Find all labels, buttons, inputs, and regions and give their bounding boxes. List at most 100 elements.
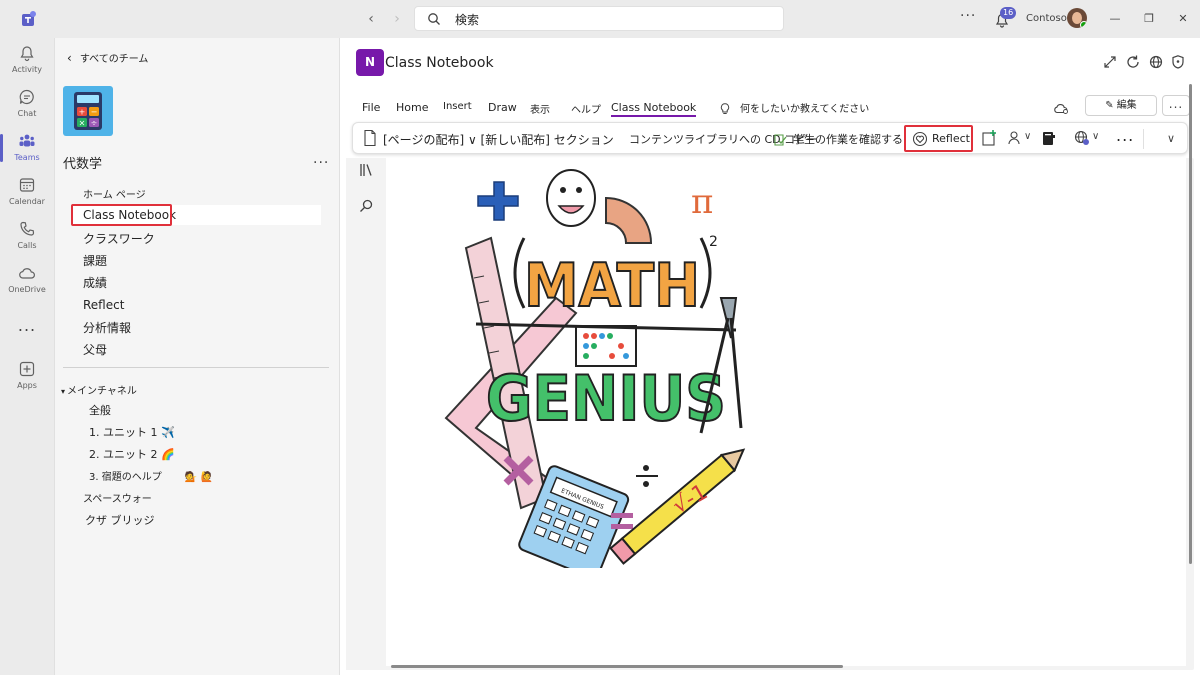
menu-draw[interactable]: Draw xyxy=(488,101,517,114)
chevron-down-icon[interactable]: ∨ xyxy=(1024,131,1031,142)
menu-view[interactable]: 表示 xyxy=(530,101,550,116)
channel-section-header[interactable]: ▾ メインチャネル xyxy=(61,382,137,397)
back-to-teams-link[interactable]: ‹ すべてのチーム xyxy=(67,50,148,65)
person-icon[interactable] xyxy=(1006,129,1024,147)
library-icon[interactable] xyxy=(358,162,374,178)
distribute-page-button[interactable]: [ページの配布] ∨ [新しい配布] セクション xyxy=(383,131,614,148)
nav-assignments[interactable]: 課題 xyxy=(83,252,107,269)
rail-item-onedrive[interactable]: OneDrive xyxy=(0,258,54,302)
nav-reflect[interactable]: Reflect xyxy=(83,298,124,312)
refresh-icon[interactable] xyxy=(1125,54,1141,70)
more-icon[interactable]: ··· xyxy=(960,8,976,24)
reflect-label: Reflect xyxy=(932,132,970,145)
nav-insights[interactable]: 分析情報 xyxy=(83,319,131,336)
calculator-icon: + − × ÷ xyxy=(74,92,102,130)
nav-home-page[interactable]: ホーム ページ xyxy=(83,186,146,201)
menu-insert[interactable]: Insert xyxy=(443,101,472,112)
rail-label: Chat xyxy=(17,109,37,118)
exponent-label: 2 xyxy=(709,234,718,250)
nav-classwork[interactable]: クラスワーク xyxy=(83,230,155,247)
class-notebook-ribbon: [ページの配布] ∨ [新しい配布] セクション コンテンツライブラリへの CD… xyxy=(352,122,1188,154)
team-name: 代数学 xyxy=(63,157,103,172)
add-page-icon[interactable] xyxy=(980,129,998,147)
channel-unit-1[interactable]: 1. ユニット 1 ✈️ xyxy=(89,424,175,440)
channel-header-label: メインチャネル xyxy=(67,386,137,397)
svg-text:×: × xyxy=(79,119,86,128)
search-icon xyxy=(428,13,440,25)
teams-logo-icon xyxy=(22,11,36,26)
rail-item-chat[interactable]: Chat xyxy=(0,82,54,126)
channel-unit-2[interactable]: 2. ユニット 2 🌈 xyxy=(89,446,175,462)
horizontal-scrollbar[interactable] xyxy=(391,665,843,668)
ribbon-collapse-chevron-icon[interactable]: ∨ xyxy=(1167,132,1175,145)
channel-spacewar[interactable]: スペースウォー xyxy=(83,490,152,505)
rail-more-icon[interactable]: ... xyxy=(0,316,54,335)
notebook-icon[interactable] xyxy=(1039,129,1057,147)
menu-class-notebook[interactable]: Class Notebook xyxy=(611,101,697,117)
svg-text:+: + xyxy=(79,108,86,117)
svg-text:÷: ÷ xyxy=(91,119,98,128)
divider xyxy=(63,367,329,368)
restore-icon[interactable]: ❐ xyxy=(1142,12,1156,26)
ribbon-more-button[interactable]: ... xyxy=(1116,126,1134,145)
rail-item-calendar[interactable]: Calendar xyxy=(0,170,54,214)
review-student-work-button[interactable]: 学生の作業を確認する xyxy=(793,131,903,147)
teams-icon xyxy=(19,134,35,147)
menu-more-button[interactable]: ... xyxy=(1162,95,1190,116)
notification-badge: 16 xyxy=(1000,7,1017,19)
notebook-page[interactable]: π 2 MATH GENIUS ETHAN GENIUS √-1 xyxy=(386,158,1186,666)
pi-symbol: π xyxy=(691,182,713,222)
minimize-icon[interactable]: — xyxy=(1108,12,1122,26)
shield-icon[interactable] xyxy=(1170,54,1186,70)
onenote-logo-icon: N xyxy=(356,49,384,76)
menu-home[interactable]: Home xyxy=(396,101,428,114)
close-icon[interactable]: ✕ xyxy=(1176,12,1190,26)
rail-item-activity[interactable]: Activity xyxy=(0,38,54,82)
channel-bridge[interactable]: クザ ブリッジ xyxy=(85,512,155,528)
tell-me-search[interactable]: 何をしたいか教えてください xyxy=(720,100,869,115)
menu-help[interactable]: ヘルプ xyxy=(571,101,601,116)
rail-item-apps[interactable]: Apps xyxy=(0,354,54,398)
back-arrow-icon[interactable]: ‹ xyxy=(362,10,380,28)
chevron-down-icon: ▾ xyxy=(61,387,66,396)
reflect-button[interactable]: Reflect xyxy=(904,125,973,152)
nav-parents[interactable]: 父母 xyxy=(83,341,107,358)
channel-homework-help[interactable]: 3. 宿題のヘルプ 💁 🙋 xyxy=(89,468,213,483)
app-rail: Activity Chat Teams Calendar Calls OneDr… xyxy=(0,38,54,675)
lightbulb-icon xyxy=(720,103,730,114)
selection-callout-box xyxy=(71,204,172,226)
edit-button[interactable]: ✎ 編集 xyxy=(1085,95,1157,116)
chevron-down-icon[interactable]: ∨ xyxy=(1092,131,1099,142)
avatar[interactable] xyxy=(1067,8,1087,28)
cloud-icon xyxy=(19,268,35,279)
math-genius-drawing: π 2 MATH GENIUS ETHAN GENIUS √-1 xyxy=(444,169,746,568)
menu-file[interactable]: File xyxy=(362,101,380,114)
language-globe-icon[interactable] xyxy=(1073,129,1091,147)
status-dot-icon xyxy=(1080,21,1087,28)
genius-word: GENIUS xyxy=(486,362,726,435)
team-more-icon[interactable]: ... xyxy=(313,151,329,167)
channel-general[interactable]: 全般 xyxy=(89,402,111,418)
rail-item-calls[interactable]: Calls xyxy=(0,214,54,258)
search-input[interactable]: 検索 xyxy=(414,6,784,31)
cloud-sync-icon[interactable] xyxy=(1053,102,1069,114)
rail-label: Activity xyxy=(12,65,42,74)
search-icon[interactable] xyxy=(358,198,374,214)
globe-icon[interactable] xyxy=(1148,54,1164,70)
page-title: Class Notebook xyxy=(385,55,494,71)
plus-icon xyxy=(19,361,35,377)
rail-item-teams[interactable]: Teams xyxy=(0,126,54,170)
bell-icon xyxy=(20,46,34,62)
rail-label: OneDrive xyxy=(8,285,46,294)
tell-me-label: 何をしたいか教えてください xyxy=(740,104,870,115)
org-name[interactable]: Contoso xyxy=(1026,13,1067,24)
vertical-scrollbar[interactable] xyxy=(1189,84,1192,564)
notebook-side-rail xyxy=(346,158,386,670)
forward-arrow-icon[interactable]: › xyxy=(388,10,406,28)
nav-grades[interactable]: 成績 xyxy=(83,274,107,291)
expand-icon[interactable] xyxy=(1102,54,1118,70)
svg-text:−: − xyxy=(91,108,98,117)
team-panel: ‹ すべてのチーム + − × ÷ 代数学 ... ホーム ページ Class N… xyxy=(54,38,339,675)
team-avatar[interactable]: + − × ÷ xyxy=(63,86,113,136)
ribbon-divider xyxy=(1143,129,1144,149)
